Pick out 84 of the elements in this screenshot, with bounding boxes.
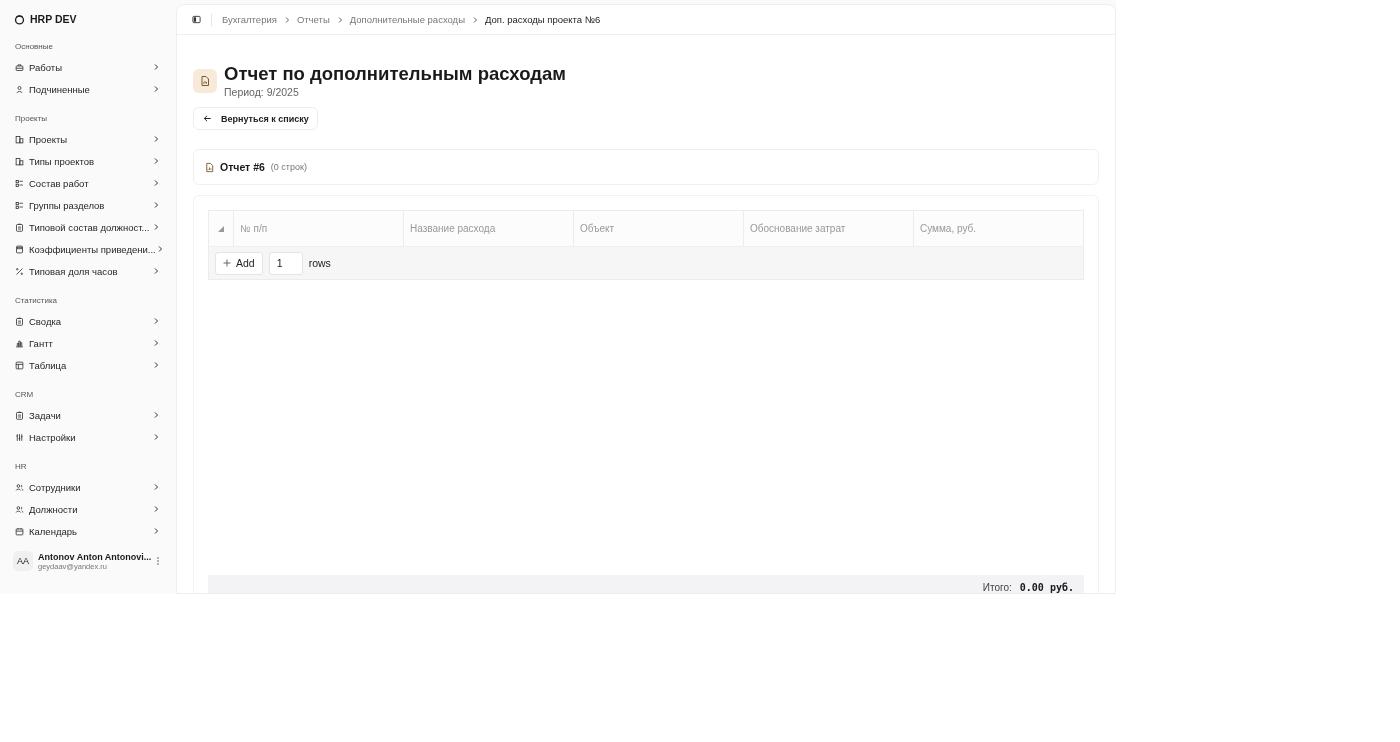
chevron-right-icon (152, 267, 160, 275)
chevron-right-icon (152, 223, 160, 231)
chevron-right-icon (152, 339, 160, 347)
briefcase-icon (15, 62, 24, 72)
avatar: AA (13, 551, 33, 571)
chevron-right-icon (152, 63, 160, 71)
column-header: Обоснование затрат (744, 211, 914, 246)
sidebar-item[interactable]: Должности (10, 498, 165, 520)
chevron-right-icon (152, 157, 160, 165)
chevron-right-icon (152, 85, 160, 93)
list-icon (15, 200, 24, 210)
sidebar-item[interactable]: Таблица (10, 354, 165, 376)
logo-icon (14, 13, 25, 25)
report-icon (193, 69, 217, 93)
plus-icon (223, 259, 231, 267)
table-icon (15, 360, 24, 370)
column-header: Объект (574, 211, 744, 246)
period-text: Период: 9/2025 (224, 86, 300, 98)
column-header: № п/п (234, 211, 404, 246)
person-icon (15, 84, 24, 94)
chevron-right-icon (152, 411, 160, 419)
sidebar-toggle-icon[interactable] (192, 15, 201, 24)
chevron-right-icon (152, 179, 160, 187)
chevron-right-icon (152, 135, 160, 143)
section-label: CRM (15, 389, 35, 401)
rows-label: rows (308, 257, 331, 269)
calculator-icon (15, 244, 24, 254)
sidebar-item[interactable]: Группы разделов (10, 194, 165, 216)
breadcrumb-link[interactable]: Доп. расходы проекта №6 (484, 14, 601, 25)
building-icon (15, 134, 24, 144)
sidebar-item[interactable]: Типовая доля часов (10, 260, 165, 282)
clipboard-icon (15, 222, 24, 232)
back-button[interactable]: Вернуться к списку (193, 107, 318, 130)
sidebar-item[interactable]: Состав работ (10, 172, 165, 194)
section-label: Основные (15, 41, 54, 53)
chevron-right-icon (152, 317, 160, 325)
report-title: Отчет #6 (220, 161, 265, 173)
sidebar-item[interactable]: Работы (10, 56, 165, 78)
chevron-right-icon (152, 505, 160, 513)
breadcrumb-link[interactable]: Отчеты (296, 14, 330, 25)
column-header: Название расхода (404, 211, 574, 246)
sliders-icon (15, 432, 24, 442)
arrow-left-icon (203, 114, 212, 123)
total-value: 0.00 руб. (1019, 582, 1074, 593)
clipboard-icon (15, 410, 24, 420)
clipboard-icon (15, 316, 24, 326)
calendar-icon (15, 526, 24, 536)
sidebar-item[interactable]: Типы проектов (10, 150, 165, 172)
sidebar-item[interactable]: Задачи (10, 404, 165, 426)
page-title: Отчет по дополнительным расходам (224, 62, 566, 86)
rows-input[interactable]: 1 (268, 251, 303, 275)
section-label: Статистика (15, 295, 58, 307)
column-header: Сумма, руб. (919, 222, 978, 236)
percent-icon (15, 266, 24, 276)
app-title: HRP DEV (30, 13, 77, 25)
chevron-right-icon (152, 361, 160, 369)
chevron-right-icon (152, 483, 160, 491)
sidebar-item[interactable]: Сводка (10, 310, 165, 332)
sidebar-item[interactable]: Типовой состав должност... (10, 216, 165, 238)
breadcrumb-link[interactable]: Бухгалтерия (222, 14, 277, 25)
chevron-right-icon (152, 433, 160, 441)
people-icon (15, 504, 24, 514)
sidebar-item[interactable]: Гантт (10, 332, 165, 354)
sidebar-item[interactable]: Подчиненные (10, 78, 165, 100)
sidebar-item[interactable]: Коэффициенты приведени... (10, 238, 165, 260)
chart-icon (15, 338, 24, 348)
section-label: Проекты (15, 113, 49, 125)
sidebar-item[interactable]: Сотрудники (10, 476, 165, 498)
list-icon (15, 178, 24, 188)
report-icon (204, 161, 215, 173)
building-icon (15, 156, 24, 166)
people-icon (15, 482, 24, 492)
user-name: Antonov Anton Antonovi... (38, 551, 153, 562)
add-button[interactable]: Add (215, 251, 263, 275)
section-label: HR (15, 461, 28, 473)
chevron-right-icon (152, 201, 160, 209)
sidebar-item[interactable]: Настройки (10, 426, 165, 448)
total-label: Итого: (982, 582, 1012, 593)
sidebar-item[interactable]: Проекты (10, 128, 165, 150)
sidebar-item[interactable]: Календарь (10, 520, 165, 542)
row-count: (0 строк) (270, 162, 307, 172)
breadcrumb-link[interactable]: Дополнительные расходы (349, 14, 465, 25)
corner-icon (218, 225, 224, 232)
chevron-right-icon (152, 527, 160, 535)
